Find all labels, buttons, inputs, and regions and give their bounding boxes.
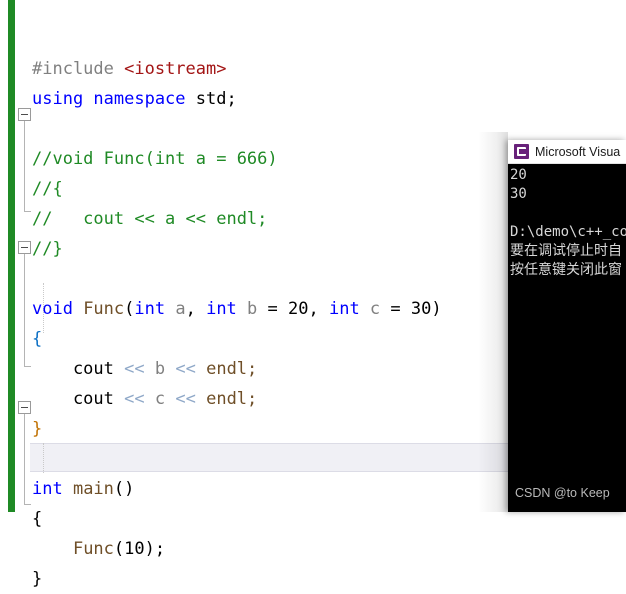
code-token: = <box>257 299 288 319</box>
code-token: ( <box>113 539 125 559</box>
console-output-line: 30 <box>510 186 527 202</box>
code-token: cout <box>32 389 125 409</box>
console-output-line: D:\demo\c++_cod <box>510 224 626 240</box>
code-token: using namespace <box>32 89 196 109</box>
code-token: int <box>134 299 176 319</box>
code-token: cout <box>32 359 125 379</box>
code-token: //} <box>32 239 63 259</box>
code-token: , <box>185 299 207 319</box>
code-line[interactable]: Func(10); <box>0 534 626 564</box>
code-token: #include <box>32 59 125 79</box>
console-output-line: 20 <box>510 167 527 183</box>
code-token: 10 <box>124 539 145 559</box>
code-line-text: void Func(int a, int b = 20, int c = 30) <box>32 294 442 324</box>
code-token: std; <box>195 89 237 109</box>
screenshot-root: #include <iostream> using namespace std; /… <box>0 0 626 589</box>
console-output: 20 30 D:\demo\c++_cod 要在调试停止时自 按任意键关闭此窗 <box>508 164 626 512</box>
code-token: () <box>113 479 135 499</box>
code-token: endl; <box>206 359 258 379</box>
code-line-text: //} <box>32 234 63 264</box>
code-line[interactable]: #include <iostream> <box>0 54 626 84</box>
code-line-text: // cout << a << endl; <box>32 204 267 234</box>
code-line[interactable]: using namespace std; <box>0 84 626 114</box>
code-token: c <box>369 299 381 319</box>
code-token: void <box>32 299 84 319</box>
code-token: //{ <box>32 179 63 199</box>
code-token: c <box>154 389 166 409</box>
code-token: int <box>206 299 248 319</box>
code-token: Func <box>83 299 125 319</box>
code-line-text: cout << b << endl; <box>32 354 257 384</box>
code-token: } <box>32 419 43 439</box>
code-line-text: int main() <box>32 474 134 504</box>
code-line[interactable] <box>0 24 626 54</box>
console-window[interactable]: Microsoft Visua 20 30 D:\demo\c++_cod 要在调试… <box>508 140 626 512</box>
window-drop-shadow <box>478 132 508 512</box>
code-token: = <box>380 299 411 319</box>
console-output-line: 按任意键关闭此窗 <box>510 262 622 278</box>
code-line-text: { <box>32 324 42 354</box>
code-line[interactable]: } <box>0 564 626 594</box>
code-token: b <box>247 299 258 319</box>
code-token: { <box>32 329 43 349</box>
code-token: 30 <box>410 299 432 319</box>
code-line-text: //void Func(int a = 666) <box>32 144 278 174</box>
console-output-line: 要在调试停止时自 <box>510 243 622 259</box>
code-token: endl; <box>206 389 258 409</box>
code-token: a <box>175 299 186 319</box>
code-token: << <box>175 359 196 379</box>
code-token: << <box>124 359 145 379</box>
code-line-text: cout << c << endl; <box>32 384 257 414</box>
console-title-text: Microsoft Visua <box>535 144 621 159</box>
csdn-watermark: CSDN @to Keep <box>515 486 610 500</box>
code-token: main <box>72 479 114 499</box>
code-token: << <box>124 389 145 409</box>
code-token: // cout << a << endl; <box>32 209 268 229</box>
code-token: <iostream> <box>124 59 227 79</box>
code-token: { <box>32 509 43 529</box>
code-token: } <box>32 569 43 589</box>
code-token: ) <box>431 299 442 319</box>
code-token: Func <box>72 539 114 559</box>
visual-studio-icon <box>514 144 529 159</box>
code-token: , <box>308 299 329 319</box>
code-token: ); <box>144 539 166 559</box>
code-token: << <box>175 389 196 409</box>
console-title-bar[interactable]: Microsoft Visua <box>508 140 626 164</box>
code-line-text: { <box>32 504 42 534</box>
code-line-text: Func(10); <box>32 534 165 564</box>
code-line-text: using namespace std; <box>32 84 237 114</box>
code-token: b <box>154 359 166 379</box>
code-line-text: //{ <box>32 174 63 204</box>
code-line-text: #include <iostream> <box>32 54 226 84</box>
code-token: int <box>32 479 73 499</box>
code-line-text: } <box>32 564 42 594</box>
code-line-text: } <box>32 414 42 444</box>
code-token: //void Func(int a = 666) <box>32 149 278 169</box>
code-token: int <box>328 299 370 319</box>
code-token: 20 <box>288 299 309 319</box>
code-token: ( <box>124 299 135 319</box>
